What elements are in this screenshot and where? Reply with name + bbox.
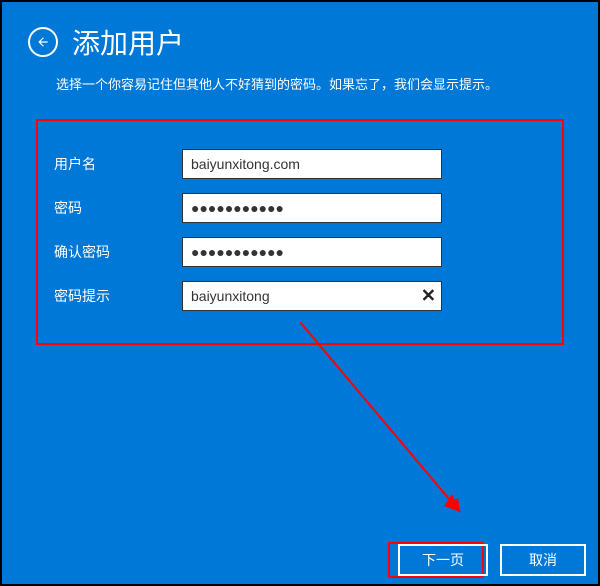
username-input[interactable] <box>182 149 442 179</box>
cancel-button[interactable]: 取消 <box>500 544 586 576</box>
confirm-password-input[interactable] <box>182 237 442 267</box>
password-hint-input[interactable] <box>182 281 442 311</box>
password-input[interactable] <box>182 193 442 223</box>
next-button[interactable]: 下一页 <box>398 544 488 576</box>
clear-icon[interactable]: ✕ <box>421 286 436 307</box>
